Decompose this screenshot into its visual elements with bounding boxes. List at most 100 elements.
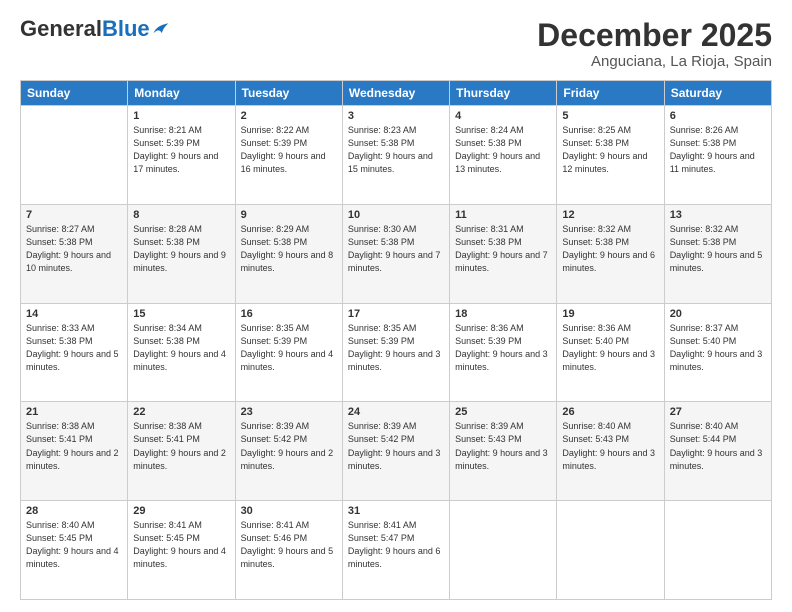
weekday-header-thursday: Thursday [450,81,557,106]
day-cell: 27 Sunrise: 8:40 AM Sunset: 5:44 PM Dayli… [664,402,771,501]
day-info: Sunrise: 8:33 AM Sunset: 5:38 PM Dayligh… [26,322,122,374]
weekday-header-friday: Friday [557,81,664,106]
day-cell [21,106,128,205]
week-row-2: 7 Sunrise: 8:27 AM Sunset: 5:38 PM Daylig… [21,204,772,303]
day-info: Sunrise: 8:41 AM Sunset: 5:46 PM Dayligh… [241,519,337,571]
day-cell: 25 Sunrise: 8:39 AM Sunset: 5:43 PM Dayli… [450,402,557,501]
logo-text: GeneralBlue [20,18,170,40]
day-info: Sunrise: 8:29 AM Sunset: 5:38 PM Dayligh… [241,223,337,275]
day-number: 14 [26,308,122,320]
day-cell: 19 Sunrise: 8:36 AM Sunset: 5:40 PM Dayli… [557,303,664,402]
day-cell: 16Sunrise: 8:35 AM Sunset: 5:39 PM Dayli… [235,303,342,402]
day-number: 27 [670,406,766,418]
day-number: 30 [241,505,337,517]
day-info: Sunrise: 8:32 AM Sunset: 5:38 PM Dayligh… [562,223,658,275]
day-info: Sunrise: 8:38 AM Sunset: 5:41 PM Dayligh… [133,420,229,472]
day-number: 24 [348,406,444,418]
day-number: 13 [670,209,766,221]
day-number: 1 [133,110,229,122]
day-cell: 13 Sunrise: 8:32 AM Sunset: 5:38 PM Dayli… [664,204,771,303]
week-row-4: 21Sunrise: 8:38 AM Sunset: 5:41 PM Dayli… [21,402,772,501]
title-block: December 2025 Anguciana, La Rioja, Spain [537,18,772,70]
day-cell [664,501,771,600]
day-cell: 21Sunrise: 8:38 AM Sunset: 5:41 PM Dayli… [21,402,128,501]
header: GeneralBlue December 2025 Anguciana, La … [20,18,772,70]
day-number: 28 [26,505,122,517]
day-number: 25 [455,406,551,418]
day-number: 8 [133,209,229,221]
day-cell: 11 Sunrise: 8:31 AM Sunset: 5:38 PM Dayli… [450,204,557,303]
day-number: 19 [562,308,658,320]
day-info: Sunrise: 8:36 AM Sunset: 5:40 PM Dayligh… [562,322,658,374]
day-number: 26 [562,406,658,418]
day-number: 23 [241,406,337,418]
day-info: Sunrise: 8:39 AM Sunset: 5:43 PM Dayligh… [455,420,551,472]
day-cell: 14 Sunrise: 8:33 AM Sunset: 5:38 PM Dayli… [21,303,128,402]
day-cell: 29 Sunrise: 8:41 AM Sunset: 5:45 PM Dayli… [128,501,235,600]
day-number: 5 [562,110,658,122]
day-number: 4 [455,110,551,122]
day-cell: 5 Sunrise: 8:25 AM Sunset: 5:38 PM Daylig… [557,106,664,205]
day-number: 17 [348,308,444,320]
day-info: Sunrise: 8:28 AM Sunset: 5:38 PM Dayligh… [133,223,229,275]
day-info: Sunrise: 8:40 AM Sunset: 5:45 PM Dayligh… [26,519,122,571]
day-cell: 17 Sunrise: 8:35 AM Sunset: 5:39 PM Dayli… [342,303,449,402]
day-number: 18 [455,308,551,320]
day-cell: 3Sunrise: 8:23 AM Sunset: 5:38 PM Daylig… [342,106,449,205]
logo-bird-icon [152,21,170,37]
day-cell: 18Sunrise: 8:36 AM Sunset: 5:39 PM Dayli… [450,303,557,402]
calendar-page: GeneralBlue December 2025 Anguciana, La … [0,0,792,612]
day-number: 11 [455,209,551,221]
week-row-1: 1 Sunrise: 8:21 AM Sunset: 5:39 PM Daylig… [21,106,772,205]
day-cell: 8 Sunrise: 8:28 AM Sunset: 5:38 PM Daylig… [128,204,235,303]
day-number: 6 [670,110,766,122]
day-info: Sunrise: 8:25 AM Sunset: 5:38 PM Dayligh… [562,124,658,176]
day-number: 20 [670,308,766,320]
day-cell: 4Sunrise: 8:24 AM Sunset: 5:38 PM Daylig… [450,106,557,205]
day-cell: 12 Sunrise: 8:32 AM Sunset: 5:38 PM Dayli… [557,204,664,303]
day-info: Sunrise: 8:40 AM Sunset: 5:43 PM Dayligh… [562,420,658,472]
day-info: Sunrise: 8:27 AM Sunset: 5:38 PM Dayligh… [26,223,122,275]
location: Anguciana, La Rioja, Spain [537,53,772,70]
day-number: 15 [133,308,229,320]
day-cell: 30 Sunrise: 8:41 AM Sunset: 5:46 PM Dayli… [235,501,342,600]
day-info: Sunrise: 8:32 AM Sunset: 5:38 PM Dayligh… [670,223,766,275]
day-number: 29 [133,505,229,517]
weekday-header-sunday: Sunday [21,81,128,106]
day-info: Sunrise: 8:41 AM Sunset: 5:47 PM Dayligh… [348,519,444,571]
day-info: Sunrise: 8:41 AM Sunset: 5:45 PM Dayligh… [133,519,229,571]
day-info: Sunrise: 8:31 AM Sunset: 5:38 PM Dayligh… [455,223,551,275]
day-number: 12 [562,209,658,221]
logo-general: General [20,18,102,40]
day-cell: 10Sunrise: 8:30 AM Sunset: 5:38 PM Dayli… [342,204,449,303]
weekday-header-row: SundayMondayTuesdayWednesdayThursdayFrid… [21,81,772,106]
day-cell: 9 Sunrise: 8:29 AM Sunset: 5:38 PM Daylig… [235,204,342,303]
day-number: 9 [241,209,337,221]
day-number: 3 [348,110,444,122]
day-cell: 26 Sunrise: 8:40 AM Sunset: 5:43 PM Dayli… [557,402,664,501]
weekday-header-saturday: Saturday [664,81,771,106]
day-cell: 6 Sunrise: 8:26 AM Sunset: 5:38 PM Daylig… [664,106,771,205]
day-info: Sunrise: 8:39 AM Sunset: 5:42 PM Dayligh… [241,420,337,472]
day-info: Sunrise: 8:37 AM Sunset: 5:40 PM Dayligh… [670,322,766,374]
day-info: Sunrise: 8:38 AM Sunset: 5:41 PM Dayligh… [26,420,122,472]
day-info: Sunrise: 8:26 AM Sunset: 5:38 PM Dayligh… [670,124,766,176]
day-cell: 1 Sunrise: 8:21 AM Sunset: 5:39 PM Daylig… [128,106,235,205]
day-info: Sunrise: 8:39 AM Sunset: 5:42 PM Dayligh… [348,420,444,472]
day-cell: 2 Sunrise: 8:22 AM Sunset: 5:39 PM Daylig… [235,106,342,205]
day-cell [557,501,664,600]
day-number: 7 [26,209,122,221]
day-cell [450,501,557,600]
calendar-table: SundayMondayTuesdayWednesdayThursdayFrid… [20,80,772,600]
day-number: 16 [241,308,337,320]
week-row-3: 14 Sunrise: 8:33 AM Sunset: 5:38 PM Dayli… [21,303,772,402]
day-number: 2 [241,110,337,122]
day-number: 22 [133,406,229,418]
day-cell: 23 Sunrise: 8:39 AM Sunset: 5:42 PM Dayli… [235,402,342,501]
day-info: Sunrise: 8:40 AM Sunset: 5:44 PM Dayligh… [670,420,766,472]
day-info: Sunrise: 8:22 AM Sunset: 5:39 PM Dayligh… [241,124,337,176]
day-info: Sunrise: 8:34 AM Sunset: 5:38 PM Dayligh… [133,322,229,374]
day-info: Sunrise: 8:35 AM Sunset: 5:39 PM Dayligh… [348,322,444,374]
day-info: Sunrise: 8:21 AM Sunset: 5:39 PM Dayligh… [133,124,229,176]
week-row-5: 28 Sunrise: 8:40 AM Sunset: 5:45 PM Dayli… [21,501,772,600]
